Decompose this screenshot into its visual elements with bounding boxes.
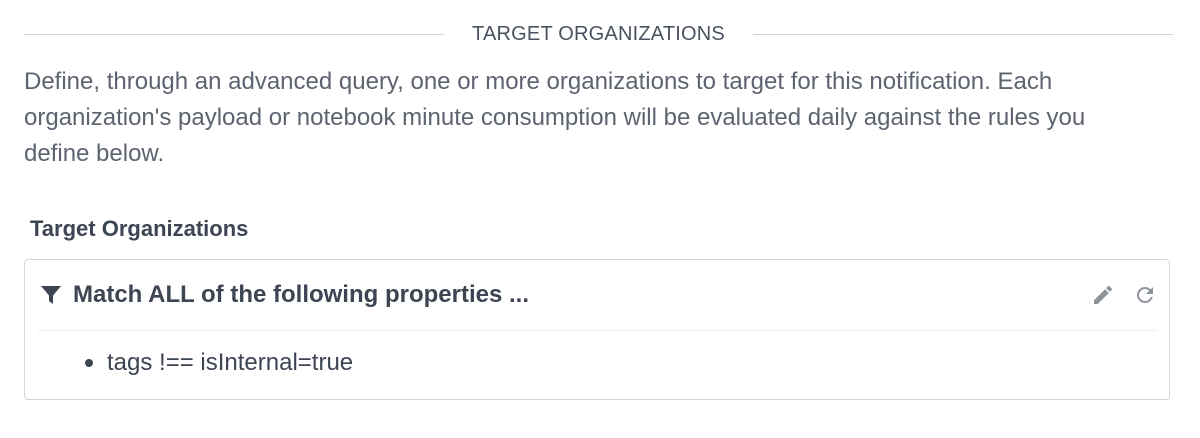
query-box: Match ALL of the following properties ..… — [24, 259, 1170, 400]
section-description: Define, through an advanced query, one o… — [24, 68, 1086, 167]
query-actions — [1091, 283, 1157, 307]
refresh-icon[interactable] — [1133, 283, 1157, 307]
rule-text: tags !== isInternal=true — [107, 349, 354, 376]
pencil-icon[interactable] — [1091, 283, 1115, 307]
bullet-icon — [85, 359, 93, 367]
rule-list: tags !== isInternal=true — [85, 348, 353, 378]
header-divider-right — [752, 33, 1173, 35]
header-divider-left — [24, 33, 445, 35]
match-all-label: Match ALL of the following properties ..… — [73, 281, 529, 308]
query-header: Match ALL of the following properties ..… — [37, 260, 1157, 331]
section-header: TARGET ORGANIZATIONS — [24, 18, 1173, 50]
filter-icon — [39, 283, 63, 307]
list-item: tags !== isInternal=true — [85, 348, 353, 378]
section-title: TARGET ORGANIZATIONS — [472, 22, 725, 45]
target-organizations-label: Target Organizations — [30, 216, 249, 241]
